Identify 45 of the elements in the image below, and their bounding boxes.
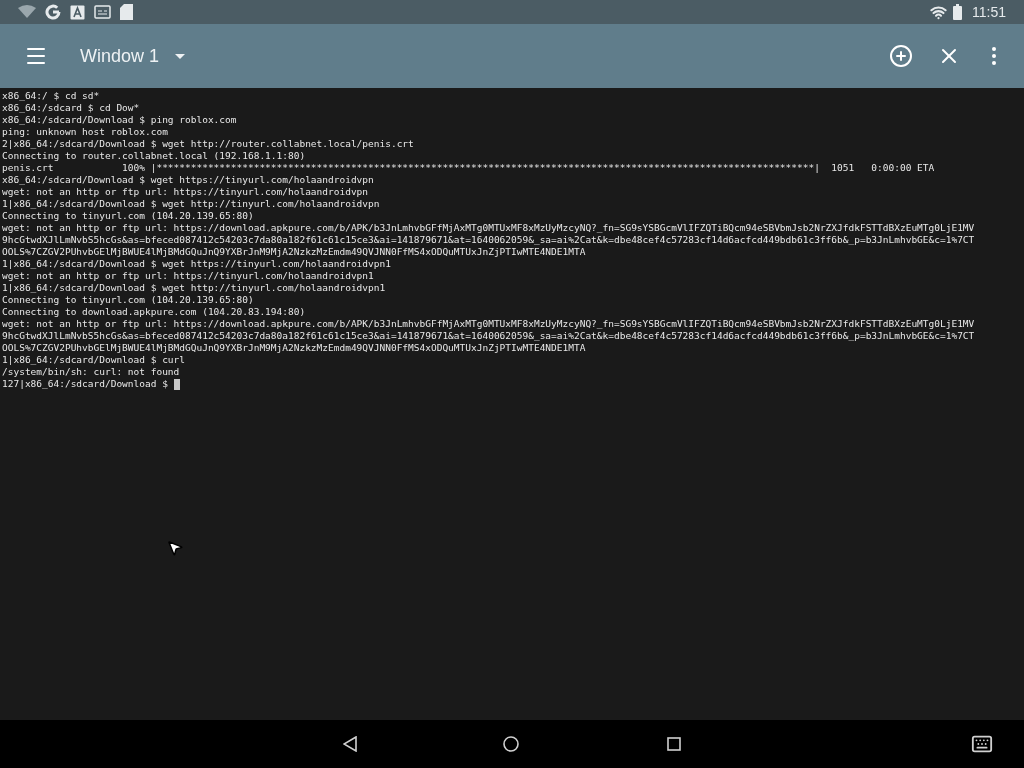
google-icon	[45, 4, 61, 20]
terminal-line: Connecting to download.apkpure.com (104.20.83.194:80)	[2, 306, 306, 318]
recents-button[interactable]	[665, 735, 683, 753]
app-icon	[70, 4, 85, 20]
terminal-line: 127|x86_64:/sdcard/Download $	[2, 378, 169, 390]
clock-time: 11:51	[972, 2, 1006, 22]
back-icon	[343, 736, 357, 752]
terminal-line: OOLS%7CZGV2PUhvbGElMjBWUE4lMjBMdGQuJnQ9YXBrJnM9MjA2NzkzMzEmdm49QVJNN0FfMS4xODQuMTUxJnZjPTIwMTE4NDE1MTA	[2, 246, 586, 258]
terminal-line: /system/bin/sh: curl: not found	[2, 366, 180, 378]
terminal-line: penis.crt 100% |*******************************************************************************************************************| 1051 0:00:00 ETA	[2, 162, 935, 174]
terminal-line: 1|x86_64:/sdcard/Download $ curl	[2, 354, 186, 366]
terminal-line: 1|x86_64:/sdcard/Download $ wget http://tinyurl.com/holaandroidvpn1	[2, 282, 386, 294]
terminal-line: 1|x86_64:/sdcard/Download $ wget https://tinyurl.com/holaandroidvpn1	[2, 258, 391, 270]
terminal-line: OOLS%7CZGV2PUhvbGElMjBWUE4lMjBMdGQuJnQ9YXBrJnM9MjA2NzkzMzEmdm49QVJNN0FfMS4xODQuMTUxJnZjPTIwMTE4NDE1MTA	[2, 342, 586, 354]
recents-icon	[667, 737, 681, 751]
mouse-pointer-icon	[166, 539, 184, 557]
terminal-line: 9hcGtwdXJlLmNvbS5hcGs&as=bfeced087412c54203c7da80a182f61c61c15ce3&ai=141879671&at=1640062059&_sa=ai%2Cat&k=dbe48cef4c57283cf14d6acfcd449bdb61c3ff6b&_p=b3JnLmhvbGE&c=1%7CT	[2, 330, 975, 342]
wifi-off-icon	[18, 5, 36, 19]
screen-icon	[94, 5, 111, 19]
terminal-line: wget: not an http or ftp url: https://tinyurl.com/holaandroidvpn	[2, 186, 369, 198]
terminal-line: x86_64:/ $ cd sd*	[2, 90, 100, 102]
caret-icon	[175, 53, 186, 59]
terminal-line: Connecting to router.collabnet.local (192.168.1.1:80)	[2, 150, 306, 162]
home-icon	[503, 736, 519, 752]
sd-card-icon	[120, 4, 133, 20]
terminal-line: Connecting to tinyurl.com (104.20.139.65:80)	[2, 294, 254, 306]
terminal-line: wget: not an http or ftp url: https://download.apkpure.com/b/APK/b3JnLmhvbGFfMjAxMTg0MTUxMF8xMzUyMzcyNQ?_fn=SG9sYSBGcmVlIFZQTiBQcm94eSBVbmJsb2NrZXJfdkFSTTdBXzEuMTg0LjE1MV	[2, 222, 975, 234]
more-icon	[992, 47, 996, 65]
terminal-line: wget: not an http or ftp url: https://download.apkpure.com/b/APK/b3JnLmhvbGFfMjAxMTg0MTUxMF8xMzUyMzcyNQ?_fn=SG9sYSBGcmVlIFZQTiBQcm94eSBVbmJsb2NrZXJfdkFSTTdBXzEuMTg0LjE1MV	[2, 318, 975, 330]
home-button[interactable]	[502, 735, 520, 753]
back-button[interactable]	[341, 735, 359, 753]
terminal-line: 2|x86_64:/sdcard/Download $ wget http://router.collabnet.local/penis.crt	[2, 138, 414, 150]
terminal-line: x86_64:/sdcard/Download $ ping roblox.com	[2, 114, 237, 126]
window-selector[interactable]: Window 1	[80, 42, 186, 70]
wifi-icon	[930, 3, 947, 21]
terminal-line: x86_64:/sdcard/Download $ wget https://tinyurl.com/holaandroidvpn	[2, 174, 374, 186]
plus-circle-icon	[889, 44, 913, 68]
terminal-line: ping: unknown host roblox.com	[2, 126, 168, 138]
terminal-line: 1|x86_64:/sdcard/Download $ wget http://tinyurl.com/holaandroidvpn	[2, 198, 380, 210]
terminal-line: wget: not an http or ftp url: https://tinyurl.com/holaandroidvpn1	[2, 270, 374, 282]
terminal-line: 9hcGtwdXJlLmNvbS5hcGs&as=bfeced087412c54203c7da80a182f61c61c15ce3&ai=141879671&at=1640062059&_sa=ai%2Cat&k=dbe48cef4c57283cf14d6acfcd449bdb61c3ff6b&_p=b3JnLmhvbGE&c=1%7CT	[2, 234, 975, 246]
keyboard-icon	[971, 733, 993, 755]
terminal-line: Connecting to tinyurl.com (104.20.139.65:80)	[2, 210, 254, 222]
battery-icon	[953, 4, 962, 20]
terminal-line: x86_64:/sdcard $ cd Dow*	[2, 102, 140, 114]
